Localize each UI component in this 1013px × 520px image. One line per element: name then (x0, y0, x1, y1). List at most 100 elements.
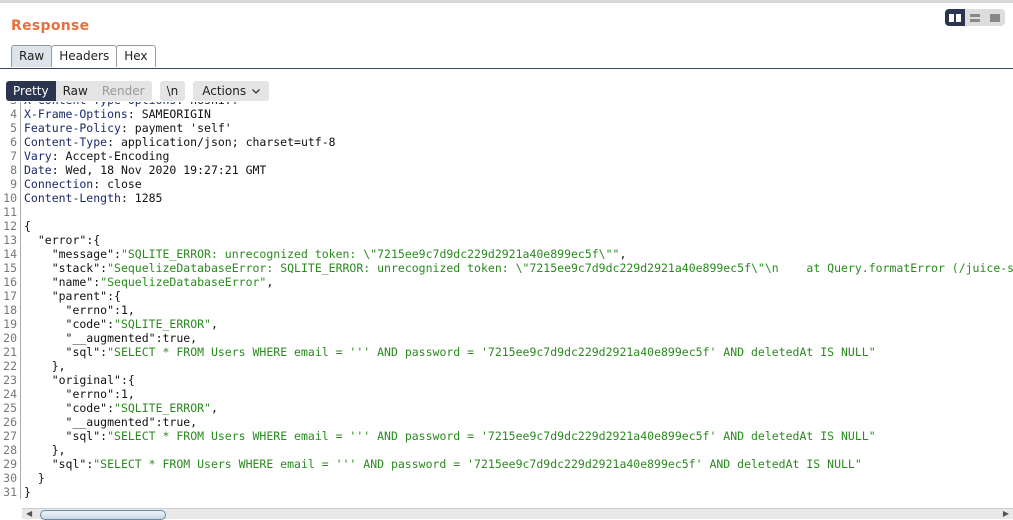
code-token: "code" (24, 401, 108, 415)
code-line: 20 "__augmented":true, (0, 331, 1013, 345)
line-text: Feature-Policy: payment 'self' (21, 121, 232, 135)
code-token: : 1285 (120, 191, 163, 205)
raw-button[interactable]: Raw (55, 81, 95, 101)
code-line: 30 } (0, 471, 1013, 485)
code-token: "SequelizeDatabaseError" (100, 275, 267, 289)
pretty-button[interactable]: Pretty (6, 81, 56, 101)
line-text: "sql":"SELECT * FROM Users WHERE email =… (21, 457, 862, 471)
code-line: 6 Content-Type: application/json; charset… (0, 135, 1013, 149)
code-token: "__augmented" (24, 415, 156, 429)
code-line: 9 Connection: close (0, 177, 1013, 191)
code-token: : SAMEORIGIN (127, 107, 211, 121)
code-line: 8 Date: Wed, 18 Nov 2020 19:27:21 GMT (0, 163, 1013, 177)
line-text: X-Frame-Options: SAMEORIGIN (21, 107, 211, 121)
code-line: 16 "name":"SequelizeDatabaseError", (0, 275, 1013, 289)
line-number: 10 (0, 191, 21, 205)
line-text: { (21, 219, 31, 233)
code-token: "error" (24, 233, 87, 247)
code-line: 26 "__augmented":true, (0, 415, 1013, 429)
line-text: "name":"SequelizeDatabaseError", (21, 275, 274, 289)
code-token: }, (24, 443, 66, 457)
single-layout-button[interactable] (985, 9, 1005, 26)
line-number: 28 (0, 443, 21, 457)
tab-raw[interactable]: Raw (11, 45, 53, 67)
line-number: 23 (0, 373, 21, 387)
code-line: 23 "original":{ (0, 373, 1013, 387)
layout-toggle (945, 9, 1005, 26)
code-line: 21 "sql":"SELECT * FROM Users WHERE emai… (0, 345, 1013, 359)
code-token: Content-Type (24, 135, 108, 149)
stacked-layout-button[interactable] (965, 9, 985, 26)
top-border (0, 0, 1013, 3)
code-token: :true, (155, 415, 198, 429)
code-token: X-Frame-Options (24, 107, 128, 121)
code-token: Feature-Policy (24, 121, 121, 135)
line-text: "__augmented":true, (21, 415, 198, 429)
actions-button[interactable]: Actions (193, 81, 270, 101)
code-token: }, (24, 359, 66, 373)
line-number: 7 (0, 149, 21, 163)
code-token: : (107, 317, 115, 331)
newline-toggle-button[interactable]: \n (159, 81, 186, 101)
code-token: , (619, 247, 627, 261)
tab-hex[interactable]: Hex (116, 45, 156, 67)
line-number: 24 (0, 387, 21, 401)
line-number: 6 (0, 135, 21, 149)
line-text: "code":"SQLITE_ERROR", (21, 401, 218, 415)
line-text: "parent":{ (21, 289, 121, 303)
code-token: , (210, 317, 218, 331)
editor-toolbar: Pretty Raw Render \n Actions (6, 81, 270, 101)
code-token: Date (24, 163, 52, 177)
code-token: "sql" (24, 457, 87, 471)
code-token: "sql" (24, 345, 101, 359)
line-number: 27 (0, 429, 21, 443)
code-line: 25 "code":"SQLITE_ERROR", (0, 401, 1013, 415)
code-line: 15 "stack":"SequelizeDatabaseError: SQLI… (0, 261, 1013, 275)
tab-divider (0, 68, 1013, 69)
code-token: "errno" (24, 387, 115, 401)
code-token: "parent" (24, 289, 108, 303)
code-token: "code" (24, 317, 108, 331)
line-text: "error":{ (21, 233, 100, 247)
code-line: 4 X-Frame-Options: SAMEORIGIN (0, 107, 1013, 121)
line-text: "message":"SQLITE_ERROR: unrecognized to… (21, 247, 627, 261)
code-token: Content-Length (24, 191, 121, 205)
code-token: : application/json; charset=utf-8 (107, 135, 336, 149)
render-button[interactable]: Render (94, 81, 152, 101)
line-number: 31 (0, 485, 21, 499)
line-text: "errno":1, (21, 387, 135, 401)
code-token: Vary (24, 149, 52, 163)
code-token: : (107, 401, 115, 415)
format-toggle: Pretty Raw Render (6, 81, 152, 101)
scroll-left-icon[interactable]: ◀ (26, 509, 32, 518)
code-token: :1, (114, 387, 135, 401)
line-text: Date: Wed, 18 Nov 2020 19:27:21 GMT (21, 163, 266, 177)
line-number: 14 (0, 247, 21, 261)
code-token: "__augmented" (24, 331, 156, 345)
line-text: } (21, 471, 45, 485)
tab-headers[interactable]: Headers (51, 45, 118, 67)
code-line: 22 }, (0, 359, 1013, 373)
code-token: "SQLITE_ERROR: unrecognized token: \"721… (120, 247, 620, 261)
code-token: Connection (24, 177, 94, 191)
scroll-right-icon[interactable]: ▶ (1003, 509, 1009, 518)
response-editor[interactable]: 3X-Content-Type-Options: nosniff4X-Frame… (0, 102, 1013, 508)
code-line: 29 "sql":"SELECT * FROM Users WHERE emai… (0, 457, 1013, 471)
code-token: :{ (107, 289, 121, 303)
line-number: 13 (0, 233, 21, 247)
code-line: 31} (0, 485, 1013, 499)
side-by-side-layout-button[interactable] (945, 9, 965, 26)
code-token: "original" (24, 373, 121, 387)
horizontal-scrollbar[interactable]: ◀ ▶ (22, 508, 1013, 520)
code-line: 5 Feature-Policy: payment 'self' (0, 121, 1013, 135)
line-number: 21 (0, 345, 21, 359)
code-line: 28 }, (0, 443, 1013, 457)
code-token: { (24, 219, 31, 233)
line-number: 15 (0, 261, 21, 275)
line-number: 26 (0, 415, 21, 429)
code-line: 18 "errno":1, (0, 303, 1013, 317)
code-token: "SQLITE_ERROR" (114, 401, 211, 415)
line-text: "sql":"SELECT * FROM Users WHERE email =… (21, 345, 876, 359)
code-lines: 3X-Content-Type-Options: nosniff4X-Frame… (0, 102, 1013, 499)
line-text: } (21, 485, 31, 499)
